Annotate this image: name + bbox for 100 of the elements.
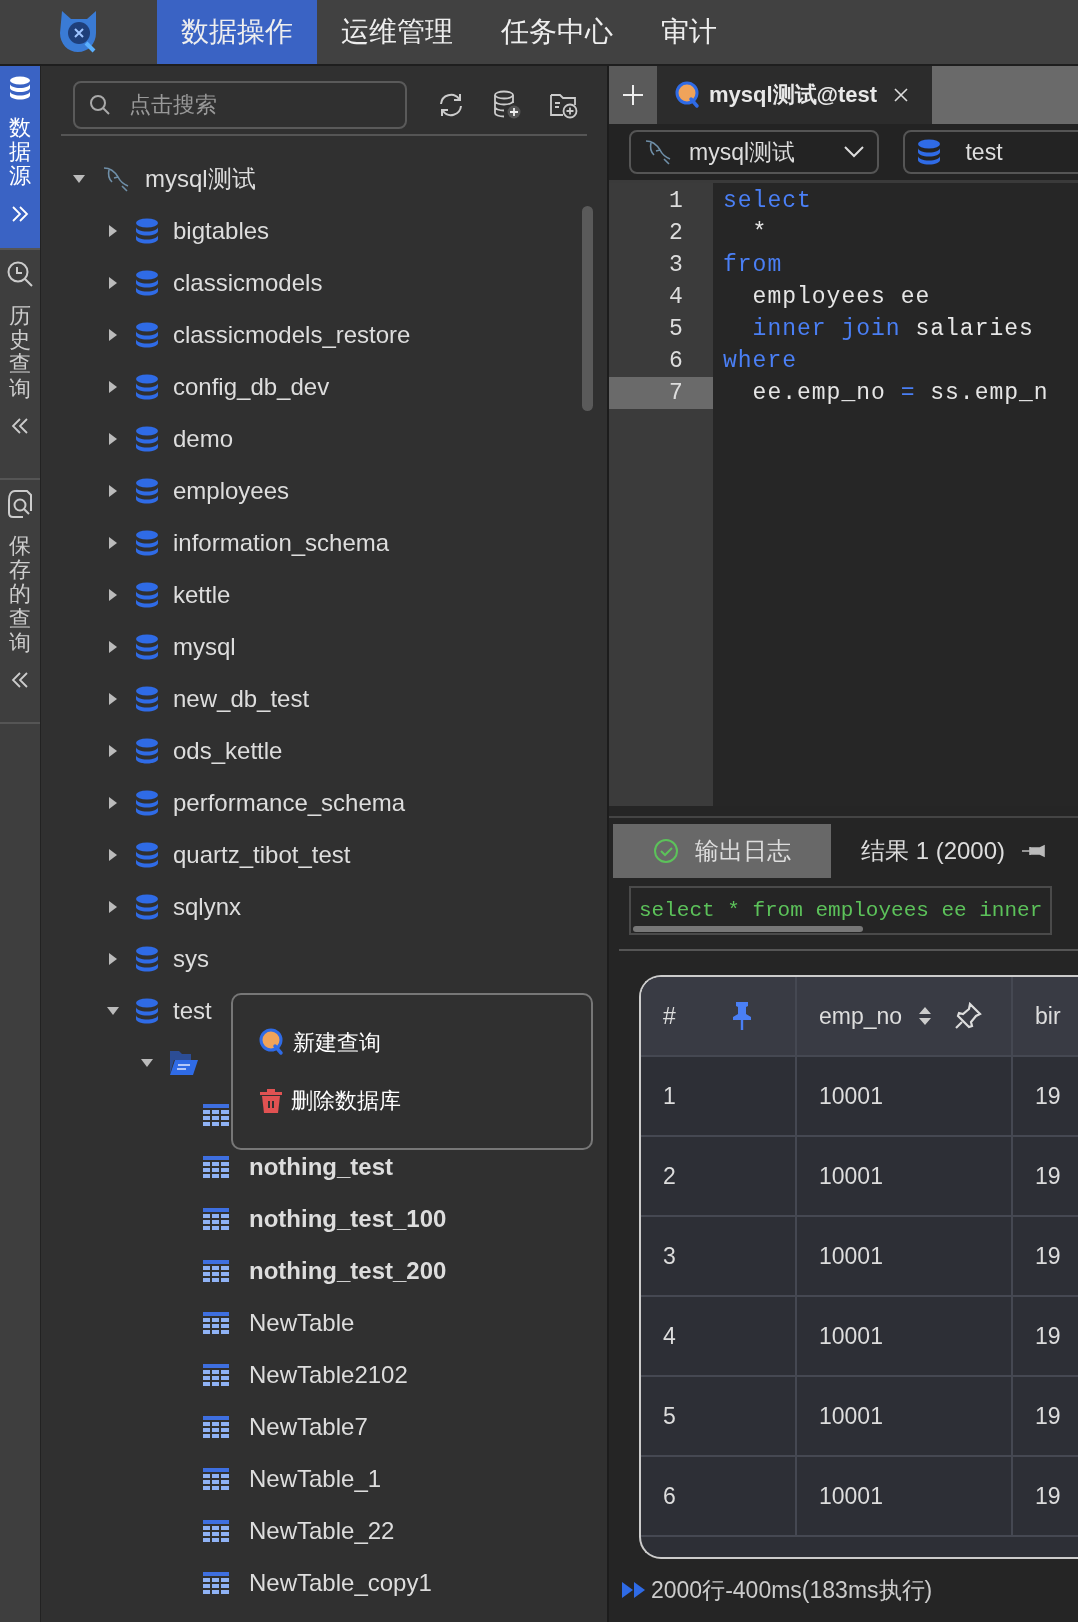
menu-item[interactable]: 新建查询 xyxy=(259,1013,565,1072)
database-icon xyxy=(135,374,159,400)
tree-item-label[interactable]: sys xyxy=(173,941,209,977)
table-cell: 3 xyxy=(641,1217,797,1296)
database-select[interactable]: test xyxy=(903,129,1078,174)
database-icon xyxy=(135,634,159,660)
double-chevron-right-icon xyxy=(11,204,29,223)
close-icon[interactable] xyxy=(893,86,910,103)
pin-icon[interactable] xyxy=(1021,843,1046,858)
refresh-icon[interactable] xyxy=(437,92,465,118)
table-cell-text: 19 xyxy=(1034,1322,1062,1352)
tree-item-label[interactable]: classicmodels xyxy=(173,265,323,301)
database-icon xyxy=(135,738,159,764)
code-line: where xyxy=(722,347,798,376)
nav-tab[interactable]: 数据操作 xyxy=(157,0,317,64)
table-cell: 10001 xyxy=(797,1137,1013,1216)
table-cell-text: 19 xyxy=(1034,1242,1062,1272)
table-cell: 4 xyxy=(641,1297,797,1376)
double-chevron-left-icon xyxy=(11,670,29,689)
tree-item-label[interactable]: kettle xyxy=(173,577,231,613)
tree-item-label[interactable]: nothing_test xyxy=(249,1149,393,1185)
new-tab-button[interactable] xyxy=(609,66,657,124)
tree-item-label[interactable]: NewTable7 xyxy=(249,1409,368,1445)
code-line: employees ee xyxy=(751,283,932,312)
plus-icon xyxy=(622,83,644,106)
query-icon xyxy=(675,80,701,109)
history-search-icon xyxy=(6,260,34,288)
table-icon xyxy=(203,1520,229,1542)
table-icon xyxy=(203,1416,229,1438)
chevron-down-icon xyxy=(843,144,866,159)
check-circle-icon xyxy=(653,837,679,864)
table-cell-text: 19 xyxy=(1034,1082,1062,1112)
line-number: 4 xyxy=(668,283,684,312)
double-chevron-left-icon xyxy=(11,416,29,435)
table-cell-text: 19 xyxy=(1034,1402,1062,1432)
editor-tab[interactable]: mysql测试@test xyxy=(657,66,932,124)
rail-tab[interactable]: 数据源 xyxy=(0,66,40,250)
tree-item-label[interactable]: test xyxy=(173,993,212,1029)
tree-item-label[interactable]: mysql xyxy=(173,629,236,665)
connection-select[interactable]: mysql测试 xyxy=(629,129,880,174)
tree-item-label[interactable]: classicmodels_restore xyxy=(173,317,411,353)
tree-item-label[interactable]: new_db_test xyxy=(173,681,310,717)
nav-tab[interactable]: 运维管理 xyxy=(317,0,477,64)
tree-item-label[interactable]: nothing_test_200 xyxy=(249,1253,447,1289)
database-icon xyxy=(135,894,159,920)
table-icon xyxy=(203,1208,229,1230)
table-cell: 10001 xyxy=(797,1377,1013,1456)
result-tab[interactable]: 输出日志 xyxy=(613,823,831,878)
query-icon xyxy=(259,1028,285,1057)
tree-item-label[interactable]: NewTable xyxy=(249,1305,355,1341)
column-header[interactable]: emp_no xyxy=(797,977,1013,1056)
line-number: 3 xyxy=(668,251,684,280)
tree-item-label[interactable]: NewTable2102 xyxy=(249,1357,408,1393)
result-tab[interactable]: 结果 1 (2000) xyxy=(831,823,1076,878)
search-icon xyxy=(89,94,111,116)
table-cell-text: 19 xyxy=(1034,1482,1062,1512)
database-icon xyxy=(135,478,159,504)
trash-icon xyxy=(259,1087,283,1114)
tree-item-label[interactable]: ods_kettle xyxy=(173,733,283,769)
tree-item-label[interactable]: employees xyxy=(173,473,290,509)
tree-item-label[interactable]: bigtables xyxy=(173,213,270,249)
menu-item[interactable]: 删除数据库 xyxy=(259,1071,565,1130)
search-field[interactable]: 点击搜索 xyxy=(73,81,407,129)
folder-add-icon[interactable] xyxy=(549,91,579,119)
database-icon xyxy=(135,686,159,712)
database-icon xyxy=(135,426,159,452)
tree-item-label[interactable]: quartz_tibot_test xyxy=(173,837,351,873)
tree-item-label[interactable]: information_schema xyxy=(173,525,390,561)
table-icon xyxy=(203,1312,229,1334)
pin-outline-icon[interactable] xyxy=(954,1002,983,1031)
column-header[interactable]: bir xyxy=(1013,977,1078,1056)
nav-tab[interactable]: 任务中心 xyxy=(477,0,637,64)
tree-item-label[interactable]: NewTable_1 xyxy=(249,1461,382,1497)
table-cell-text: 19 xyxy=(1034,1162,1062,1192)
table-cell: 2 xyxy=(641,1137,797,1216)
sort-icon[interactable] xyxy=(918,1006,933,1027)
tree-item-label[interactable]: mysql测试 xyxy=(145,161,256,197)
nav-tab[interactable]: 审计 xyxy=(637,0,741,64)
table-cell: 5 xyxy=(641,1377,797,1456)
scrollbar-thumb[interactable] xyxy=(582,206,593,411)
tree-item-label[interactable]: NewTable_22 xyxy=(249,1513,395,1549)
line-number: 7 xyxy=(609,377,713,409)
database-add-icon[interactable] xyxy=(493,90,521,120)
tree-item-label[interactable]: sqlynx xyxy=(173,889,242,925)
code-line: from xyxy=(722,251,784,280)
tree-item-label[interactable]: demo xyxy=(173,421,234,457)
tree-item-label[interactable]: config_db_dev xyxy=(173,369,330,405)
scrollbar-thumb[interactable] xyxy=(633,926,863,933)
table-cell: 10001 xyxy=(797,1457,1013,1536)
table-cell: 10001 xyxy=(797,1217,1013,1296)
tree-item-label[interactable]: NewTable_copy1 xyxy=(249,1565,432,1601)
column-header[interactable]: # xyxy=(641,977,797,1056)
database-icon xyxy=(135,582,159,608)
line-number: 5 xyxy=(668,315,684,344)
document-search-icon xyxy=(7,490,33,518)
tree-item-label[interactable]: nothing_test_100 xyxy=(249,1201,447,1237)
database-icon xyxy=(135,270,159,296)
tree-item-label[interactable]: performance_schema xyxy=(173,785,406,821)
code-line: inner join salaries xyxy=(751,315,1035,344)
table-icon xyxy=(203,1572,229,1594)
